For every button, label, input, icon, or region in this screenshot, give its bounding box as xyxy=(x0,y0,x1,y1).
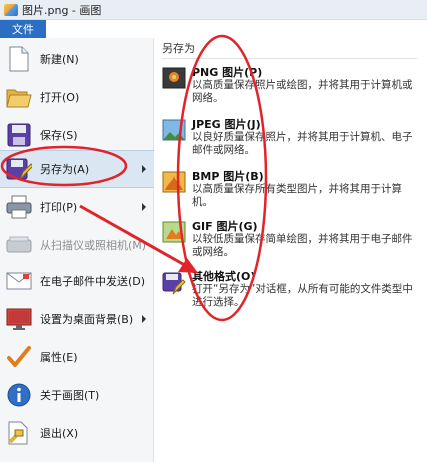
menu-item-print[interactable]: 打印(P) xyxy=(0,188,154,226)
menu-item-open[interactable]: 打开(O) xyxy=(0,78,154,116)
save-as-panel: 另存为 PNG 图片(P) 以高质量保存照片或绘图，并将其用于计算机或网络。 J… xyxy=(154,38,427,462)
menu-item-save-as[interactable]: 另存为(A) xyxy=(0,150,154,188)
menu-item-label: 退出(X) xyxy=(40,427,79,440)
menu-item-send-email[interactable]: 在电子邮件中发送(D) xyxy=(0,262,154,300)
submenu-arrow-icon xyxy=(142,203,146,211)
submenu-arrow-icon xyxy=(142,165,146,173)
menu-item-label: 在电子邮件中发送(D) xyxy=(40,275,146,288)
menu-item-new[interactable]: 新建(N) xyxy=(0,40,154,78)
format-title: PNG 图片(P) xyxy=(192,66,263,79)
other-formats-icon xyxy=(162,270,186,295)
new-document-icon xyxy=(6,46,32,72)
format-description: 打开“另存为”对话框，从所有可能的文件类型中进行选择。 xyxy=(192,283,413,308)
save-as-png[interactable]: PNG 图片(P) 以高质量保存照片或绘图，并将其用于计算机或网络。 xyxy=(160,64,422,108)
paint-app-icon xyxy=(4,3,18,16)
format-title: JPEG 图片(J) xyxy=(192,118,261,131)
menu-item-save[interactable]: 保存(S) xyxy=(0,116,154,154)
png-image-icon xyxy=(162,66,186,90)
title-bar: 图片.png - 画图 xyxy=(0,0,427,20)
format-description: 以高质量保存所有类型图片，并将其用于计算机。 xyxy=(192,183,402,208)
save-as-jpeg[interactable]: JPEG 图片(J) 以良好质量保存照片，并将其用于计算机、电子邮件或网络。 xyxy=(160,116,422,164)
scanner-icon xyxy=(6,232,32,258)
menu-item-label: 另存为(A) xyxy=(40,163,90,176)
save-as-icon xyxy=(6,156,32,182)
save-as-bmp[interactable]: BMP 图片(B) 以高质量保存所有类型图片，并将其用于计算机。 xyxy=(160,168,422,216)
bmp-image-icon xyxy=(162,170,186,194)
format-description: 以良好质量保存照片，并将其用于计算机、电子邮件或网络。 xyxy=(192,131,413,156)
menu-item-label: 关于画图(T) xyxy=(40,389,100,402)
menu-bar: 文件 xyxy=(0,20,427,38)
menu-item-label: 从扫描仪或照相机(M) xyxy=(40,239,147,252)
menu-item-label: 打开(O) xyxy=(40,91,80,104)
checkmark-icon xyxy=(6,344,32,370)
submenu-arrow-icon xyxy=(142,315,146,323)
panel-title: 另存为 xyxy=(162,40,417,59)
format-title: GIF 图片(G) xyxy=(192,220,258,233)
menu-item-about-paint[interactable]: 关于画图(T) xyxy=(0,376,154,414)
format-title: 其他格式(O) xyxy=(192,270,256,283)
menu-item-exit[interactable]: 退出(X) xyxy=(0,414,154,452)
menu-item-label: 打印(P) xyxy=(40,201,78,214)
menu-item-properties[interactable]: 属性(E) xyxy=(0,338,154,376)
file-menu-tab[interactable]: 文件 xyxy=(0,20,46,38)
menu-item-from-scanner: 从扫描仪或照相机(M) xyxy=(0,226,154,264)
save-as-other-formats[interactable]: 其他格式(O) 打开“另存为”对话框，从所有可能的文件类型中进行选择。 xyxy=(160,268,422,312)
menu-item-set-desktop-background[interactable]: 设置为桌面背景(B) xyxy=(0,300,154,338)
menu-item-label: 保存(S) xyxy=(40,129,78,142)
email-icon xyxy=(6,268,32,294)
format-description: 以较低质量保存简单绘图，并将其用于电子邮件或网络。 xyxy=(192,233,413,258)
file-menu-sidebar: 新建(N) 打开(O) 保存(S) 另存为(A) 打印(P) 从扫描仪或照相机(… xyxy=(0,38,154,462)
menu-item-label: 属性(E) xyxy=(40,351,78,364)
desktop-background-icon xyxy=(6,306,32,332)
format-title: BMP 图片(B) xyxy=(192,170,264,183)
save-as-gif[interactable]: GIF 图片(G) 以较低质量保存简单绘图，并将其用于电子邮件或网络。 xyxy=(160,218,422,262)
exit-icon xyxy=(6,420,32,446)
jpeg-image-icon xyxy=(162,118,186,142)
format-description: 以高质量保存照片或绘图，并将其用于计算机或网络。 xyxy=(192,79,413,104)
printer-icon xyxy=(6,194,32,220)
info-icon xyxy=(6,382,32,408)
menu-item-label: 新建(N) xyxy=(40,53,79,66)
gif-image-icon xyxy=(162,220,186,244)
save-disk-icon xyxy=(6,122,32,148)
window-title: 图片.png - 画图 xyxy=(22,3,102,17)
open-folder-icon xyxy=(6,84,32,110)
menu-item-label: 设置为桌面背景(B) xyxy=(40,313,134,326)
